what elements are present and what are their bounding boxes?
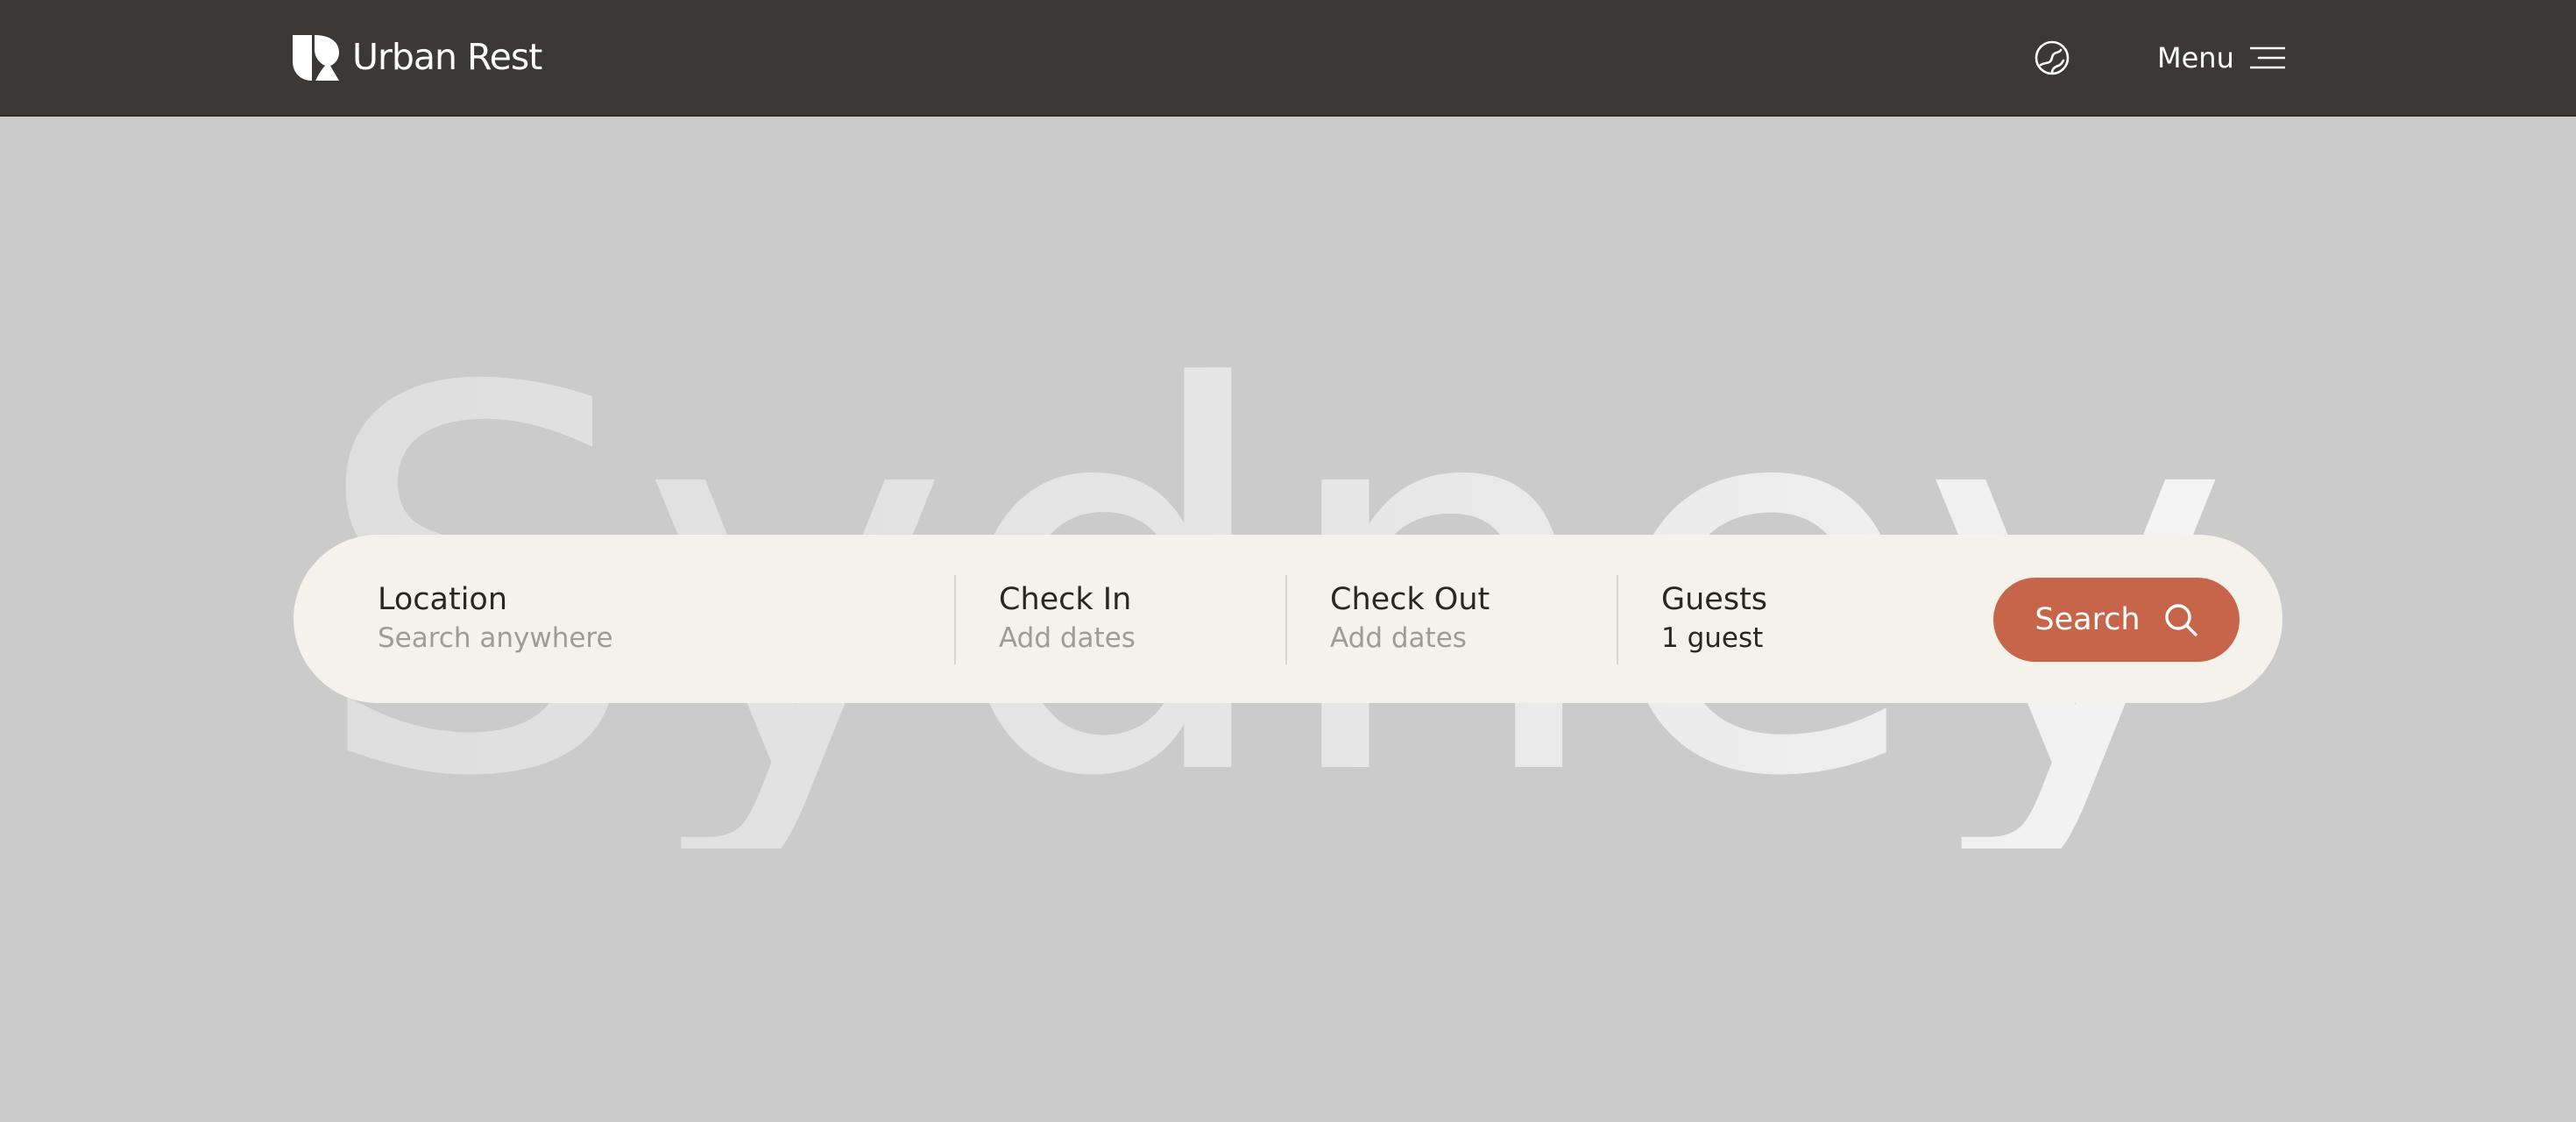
check-out-field[interactable]: Check Out Add dates: [1330, 580, 1619, 661]
brand-name: Urban Rest: [352, 36, 542, 78]
field-divider: [1285, 575, 1287, 664]
guests-field[interactable]: Guests 1 guest: [1661, 580, 1950, 661]
location-field[interactable]: Location Search anywhere: [378, 580, 903, 661]
globe-icon[interactable]: [2033, 39, 2071, 77]
check-in-label: Check In: [999, 582, 1132, 617]
check-out-placeholder: Add dates: [1330, 622, 1467, 654]
search-bar: Location Search anywhere Check In Add da…: [294, 535, 2282, 703]
field-divider: [1617, 575, 1618, 664]
field-divider: [954, 575, 956, 664]
location-label: Location: [378, 582, 508, 617]
search-icon: [2164, 604, 2197, 636]
hamburger-menu-icon: [2249, 46, 2285, 69]
menu-button[interactable]: Menu: [2157, 35, 2285, 81]
brand-home-link[interactable]: Urban Rest: [293, 33, 542, 81]
guests-value: 1 guest: [1661, 622, 1764, 654]
urban-rest-logo-icon: [293, 35, 339, 81]
check-in-placeholder: Add dates: [999, 622, 1136, 654]
top-navigation-bar: Urban Rest Menu: [0, 0, 2576, 117]
search-button-label: Search: [2035, 602, 2141, 637]
search-button[interactable]: Search: [1993, 578, 2240, 662]
guests-label: Guests: [1661, 582, 1768, 617]
check-out-label: Check Out: [1330, 582, 1490, 617]
location-placeholder: Search anywhere: [378, 622, 613, 654]
check-in-field[interactable]: Check In Add dates: [999, 580, 1288, 661]
menu-label: Menu: [2157, 41, 2234, 75]
